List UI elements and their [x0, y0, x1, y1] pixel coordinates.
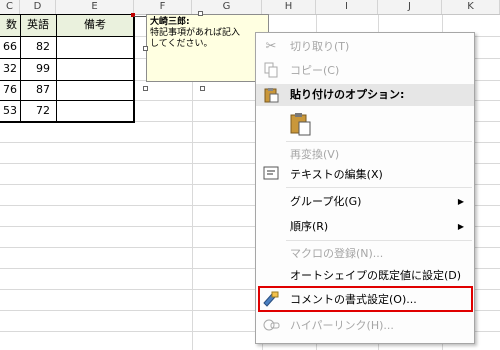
table-cell[interactable]: [56, 80, 134, 100]
table-cell[interactable]: 99: [20, 58, 56, 80]
menu-item-order[interactable]: 順序(R) ▶: [256, 215, 474, 238]
menu-item-group[interactable]: グループ化(G) ▶: [256, 190, 474, 213]
comment-connector: [134, 16, 146, 17]
menu-item-cut[interactable]: ✂ 切り取り(T): [256, 35, 474, 58]
table-cell[interactable]: [56, 100, 134, 121]
scissors-icon: ✂: [265, 39, 277, 54]
comment-text-line1: 特記事項があれば記入: [150, 28, 241, 38]
table-cell[interactable]: 87: [20, 80, 56, 100]
edit-text-icon: [262, 166, 280, 183]
table-cell[interactable]: 53: [0, 100, 20, 121]
column-header-h[interactable]: H: [262, 0, 316, 14]
table-cell[interactable]: [56, 36, 134, 58]
table-cell[interactable]: 66: [0, 36, 20, 58]
column-header-c[interactable]: C: [0, 0, 20, 14]
table-header-score[interactable]: 数: [0, 14, 20, 36]
comment-box[interactable]: 大崎三郎: 特記事項があれば記入 してください。: [146, 14, 269, 82]
comment-author: 大崎三郎:: [150, 17, 190, 27]
table-header-notes[interactable]: 備考: [56, 14, 134, 36]
comment-text-line2: してください。: [150, 39, 213, 49]
menu-item-set-default[interactable]: オートシェイプの既定値に設定(D): [256, 264, 474, 287]
highlight-box: [258, 286, 473, 312]
menu-item-hyperlink[interactable]: ハイパーリンク(H)...: [256, 314, 474, 337]
menu-item-copy[interactable]: コピー(C): [256, 59, 474, 82]
column-header-bar: C D E F G H I J K: [0, 0, 500, 15]
submenu-arrow-icon: ▶: [457, 197, 464, 206]
hyperlink-icon: [262, 317, 280, 334]
paste-keep-format-icon[interactable]: [290, 112, 312, 136]
copy-icon: [262, 62, 280, 79]
resize-handle[interactable]: [143, 46, 148, 51]
table-cell[interactable]: 76: [0, 80, 20, 100]
column-header-d[interactable]: D: [20, 0, 56, 14]
table-header-english[interactable]: 英語: [20, 14, 56, 36]
resize-handle[interactable]: [143, 86, 148, 91]
table-cell[interactable]: [56, 58, 134, 80]
menu-item-assign-macro[interactable]: マクロの登録(N)...: [256, 242, 474, 265]
menu-item-edit-text[interactable]: テキストの編集(X): [256, 163, 474, 186]
paste-options-header: 貼り付けのオプション:: [256, 84, 474, 106]
table-cell[interactable]: 32: [0, 58, 20, 80]
column-header-f[interactable]: F: [134, 0, 192, 14]
column-header-j[interactable]: J: [378, 0, 442, 14]
column-header-e[interactable]: E: [56, 0, 134, 14]
submenu-arrow-icon: ▶: [457, 222, 464, 231]
table-cell[interactable]: 82: [20, 36, 56, 58]
column-header-k[interactable]: K: [442, 0, 500, 14]
resize-handle[interactable]: [198, 11, 203, 16]
clipboard-icon: [262, 87, 280, 104]
resize-handle[interactable]: [200, 86, 205, 91]
table-cell[interactable]: 72: [20, 100, 56, 121]
column-header-i[interactable]: I: [316, 0, 378, 14]
